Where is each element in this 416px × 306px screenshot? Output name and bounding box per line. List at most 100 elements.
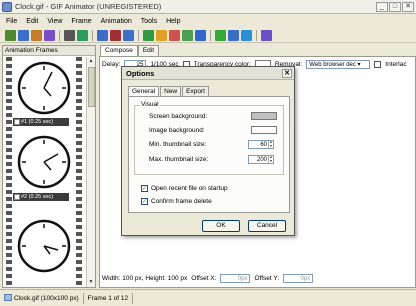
title-bar: Clock.gif - GIF Animator (UNREGISTERED) … [0,0,416,14]
status-bar: Clock.gif (100x100 px) Frame 1 of 12 [0,289,416,306]
visual-group: Visual Screen background: Image backgrou… [134,101,284,175]
frames-scrollbar[interactable]: ▲ ▼ [86,57,95,287]
visual-group-title: Visual [140,101,160,108]
frame-checkbox[interactable] [14,194,20,200]
offset-x-input[interactable]: 0px [220,273,251,283]
open-recent-checkbox[interactable]: ✓ Open recent file on startup [141,185,228,192]
screen-background-label: Screen background: [149,113,208,120]
move-down-icon[interactable] [195,29,206,41]
app-icon [2,1,12,12]
undo-icon[interactable] [64,29,75,41]
toolbar-separator [256,29,257,41]
confirm-delete-checkbox[interactable]: ✓ Confirm frame delete [141,198,212,205]
window-title: Clock.gif - GIF Animator (UNREGISTERED) [15,2,162,11]
dialog-title-bar: Options ✕ [122,67,294,80]
play-icon[interactable] [215,29,226,41]
delete-frame-icon[interactable] [169,29,180,41]
editor-tabs: Compose Edit [100,45,160,56]
help-icon[interactable] [261,29,272,41]
frame-thumbnail[interactable] [14,60,74,116]
image-file-icon [4,294,12,302]
tab-new[interactable]: New [160,86,182,96]
tab-general[interactable]: General [128,86,160,96]
offset-x-label: Offset X: [191,274,217,282]
preview-icon[interactable] [228,29,239,41]
scroll-up-icon[interactable]: ▲ [87,57,95,66]
filmstrip-right [76,57,82,287]
frame-thumbnail[interactable] [14,214,74,274]
copy-icon[interactable] [110,29,121,41]
cut-icon[interactable] [97,29,108,41]
insert-frame-icon[interactable] [156,29,167,41]
interlace-checkbox[interactable] [374,60,382,68]
image-background-swatch[interactable] [251,126,277,134]
move-up-icon[interactable] [182,29,193,41]
add-frame-icon[interactable] [143,29,154,41]
menu-edit[interactable]: Edit [26,18,38,25]
save-icon[interactable] [31,29,42,41]
spin-arrows-icon[interactable]: ▲ ▼ [268,140,273,148]
spin-arrows-icon[interactable]: ▲ ▼ [268,155,273,163]
frame-caption: #1 (0.25 sec) [13,118,69,126]
menu-tools[interactable]: Tools [141,18,157,25]
status-frame: Frame 1 of 12 [84,292,134,304]
menu-help[interactable]: Help [166,18,180,25]
redo-icon[interactable] [77,29,88,41]
optimize-icon[interactable] [241,29,252,41]
menu-frame[interactable]: Frame [71,18,91,25]
frame-checkbox[interactable] [14,119,20,125]
ok-button[interactable]: OK [202,220,240,232]
close-button[interactable]: ✕ [402,1,414,12]
save-as-icon[interactable] [44,29,55,41]
clock-image [17,61,71,115]
frame-thumbnail[interactable] [14,134,74,190]
offset-y-label: Offset Y: [254,274,280,282]
min-thumbnail-stepper[interactable]: 60 ▲ ▼ [248,140,274,149]
new-icon[interactable] [5,29,16,41]
scroll-down-icon[interactable]: ▼ [87,278,95,287]
menu-view[interactable]: View [47,18,62,25]
toolbar-separator [210,29,211,41]
tab-compose[interactable]: Compose [100,45,138,56]
filmstrip-left [6,57,12,287]
dialog-close-icon[interactable]: ✕ [282,69,292,78]
maximize-button[interactable]: □ [389,1,401,12]
toolbar-separator [138,29,139,41]
frame-caption: #2 (0.25 sec) [13,193,69,201]
clock-image [17,219,71,273]
max-thumbnail-label: Max. thumbnail size: [149,156,209,163]
menu-animation[interactable]: Animation [101,18,132,25]
image-background-label: Image background: [149,127,205,134]
cancel-button[interactable]: Cancel [248,220,286,232]
menu-file[interactable]: File [6,18,17,25]
frames-panel-header: Animation Frames [3,46,95,56]
tab-edit[interactable]: Edit [137,45,160,56]
frame-size-text: Width: 100 px, Height: 100 px [102,274,188,282]
interlace-label: Interlac [385,60,407,68]
general-tab-panel: Visual Screen background: Image backgrou… [128,96,290,213]
max-thumbnail-stepper[interactable]: 200 ▲ ▼ [248,155,274,164]
options-dialog: Options ✕ General New Export Visual Scre… [121,66,295,236]
checkmark-icon[interactable]: ✓ [141,185,148,192]
toolbar-separator [92,29,93,41]
menu-bar: File Edit View Frame Animation Tools Hel… [0,15,416,27]
paste-icon[interactable] [123,29,134,41]
min-thumbnail-label: Min. thumbnail size: [149,141,207,148]
screen-background-swatch[interactable] [251,112,277,120]
dialog-title: Options [126,69,155,78]
status-file: Clock.gif (100x100 px) [0,292,84,304]
frame-info-row: Width: 100 px, Height: 100 px Offset X: … [100,272,416,284]
toolbar-separator [59,29,60,41]
open-icon[interactable] [18,29,29,41]
checkmark-icon[interactable]: ✓ [141,198,148,205]
clock-image [17,135,71,189]
toolbar [0,28,416,43]
delay-label: Delay: [102,60,121,68]
removal-select[interactable]: Web browser dec ▾ [306,59,371,69]
dialog-tabs: General New Export [128,86,210,96]
offset-y-input[interactable]: 0px [283,273,314,283]
minimize-button[interactable]: _ [376,1,388,12]
tab-export[interactable]: Export [182,86,209,96]
animation-frames-panel: Animation Frames #1 (0.25 sec) #2 (0.25 … [2,45,96,288]
scrollbar-thumb[interactable] [88,67,95,107]
